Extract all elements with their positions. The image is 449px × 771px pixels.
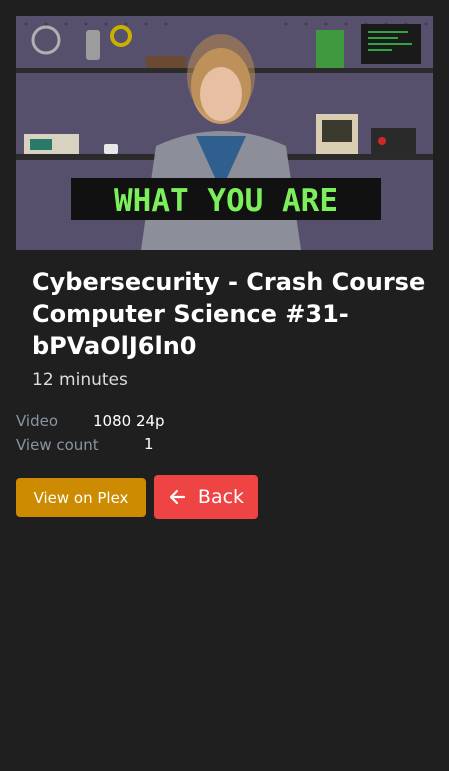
view-count-value: 1	[144, 435, 154, 453]
video-label: Video	[16, 412, 59, 430]
back-button[interactable]: Back	[154, 475, 258, 519]
back-label: Back	[197, 486, 245, 508]
view-on-plex-button[interactable]: View on Plex	[16, 478, 146, 517]
view-count-label: View count	[16, 436, 99, 454]
thumbnail-caption: WHAT YOU ARE	[114, 183, 338, 219]
video-thumbnail: WHAT YOU ARE	[16, 16, 433, 250]
duration-text: 12 minutes	[32, 370, 128, 390]
view-on-plex-label: View on Plex	[33, 488, 129, 507]
page-title: Cybersecurity - Crash Course Computer Sc…	[32, 268, 426, 360]
arrow-left-icon	[168, 488, 186, 506]
video-quality-value: 1080 24p	[93, 412, 165, 430]
